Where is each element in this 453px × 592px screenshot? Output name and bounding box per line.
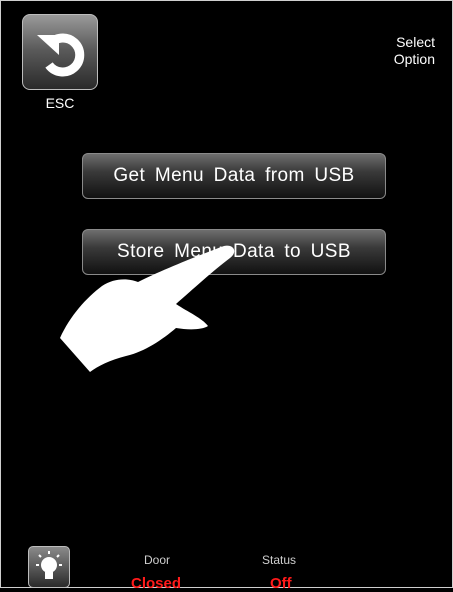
esc-button[interactable]: [22, 14, 98, 90]
door-value: Closed: [131, 575, 182, 592]
get-menu-data-button[interactable]: Get Menu Data from USB: [82, 153, 386, 199]
light-button[interactable]: [28, 546, 70, 588]
lightbulb-icon: [36, 551, 62, 579]
status-value: Off: [270, 575, 292, 592]
page-title-line2: Option: [393, 51, 435, 67]
status-label: Status: [262, 553, 297, 567]
pointing-hand-icon: [60, 245, 235, 372]
back-arrow-icon: [37, 33, 85, 77]
page-title: Select Option: [345, 34, 435, 68]
esc-label: ESC: [45, 95, 75, 111]
door-label: Door: [144, 553, 171, 567]
page-title-line1: Select: [396, 34, 435, 50]
